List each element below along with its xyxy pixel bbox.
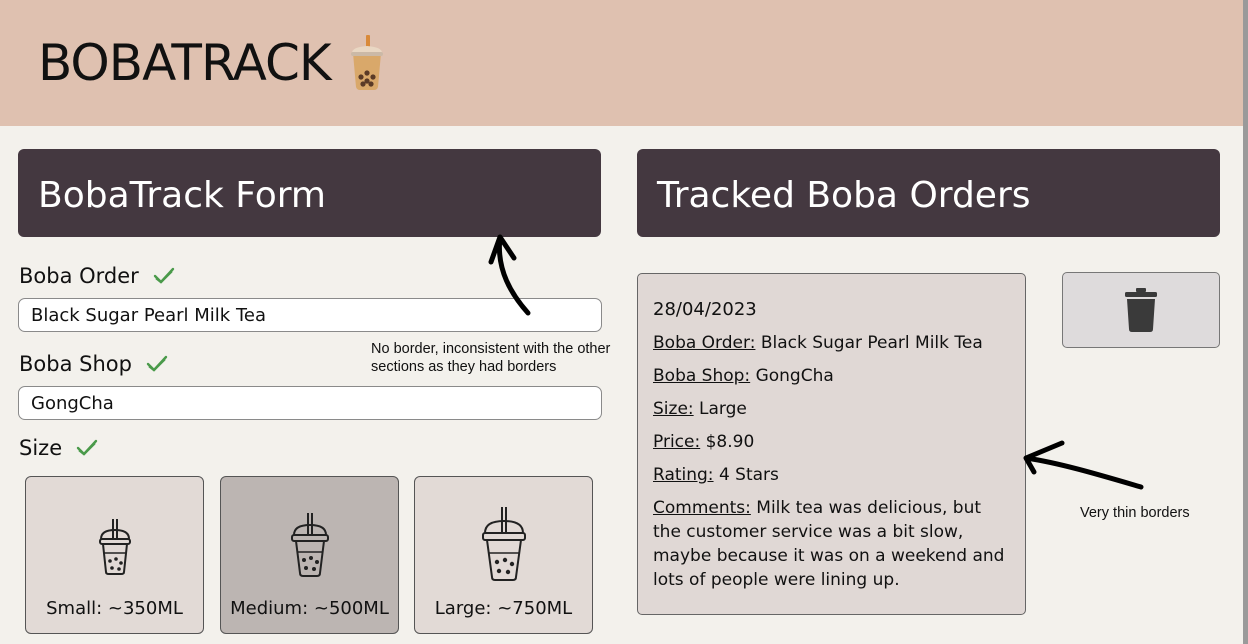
annotation-arrow-left <box>1023 440 1144 490</box>
annotation-arrows <box>488 234 1144 490</box>
annotation-arrow-up <box>488 234 531 316</box>
